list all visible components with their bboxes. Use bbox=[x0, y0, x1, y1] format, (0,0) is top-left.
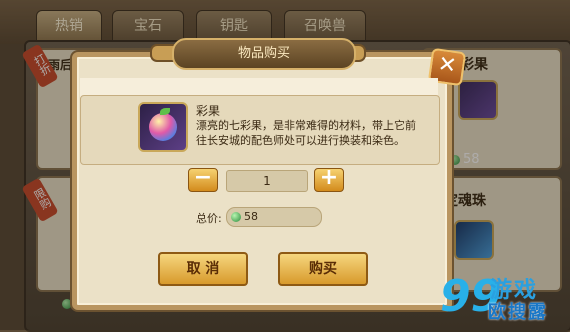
watermark-text-bottom: 欧搜露 bbox=[488, 302, 548, 323]
quantity-increase-button[interactable]: + bbox=[314, 167, 344, 192]
quantity-decrease-button[interactable]: − bbox=[188, 167, 218, 192]
dialog-title: 物品购买 bbox=[172, 38, 356, 70]
watermark-logo: 99 bbox=[440, 271, 502, 322]
quantity-input[interactable]: 1 bbox=[226, 170, 308, 192]
buy-button[interactable]: 购买 bbox=[278, 252, 368, 286]
cancel-button[interactable]: 取 消 bbox=[158, 252, 248, 286]
rainbow-fruit-icon bbox=[138, 102, 188, 152]
total-price-value: 58 bbox=[244, 210, 258, 223]
total-price-field: 58 bbox=[226, 207, 322, 227]
item-name: 彩果 bbox=[196, 104, 221, 118]
item-description: 漂亮的七彩果，是非常难得的材料，带上它前往长安城的配色师处可以进行换装和染色。 bbox=[196, 119, 416, 147]
total-price-label: 总价: bbox=[196, 212, 222, 225]
fruit-body bbox=[149, 113, 177, 141]
jade-coin-icon bbox=[231, 212, 241, 222]
